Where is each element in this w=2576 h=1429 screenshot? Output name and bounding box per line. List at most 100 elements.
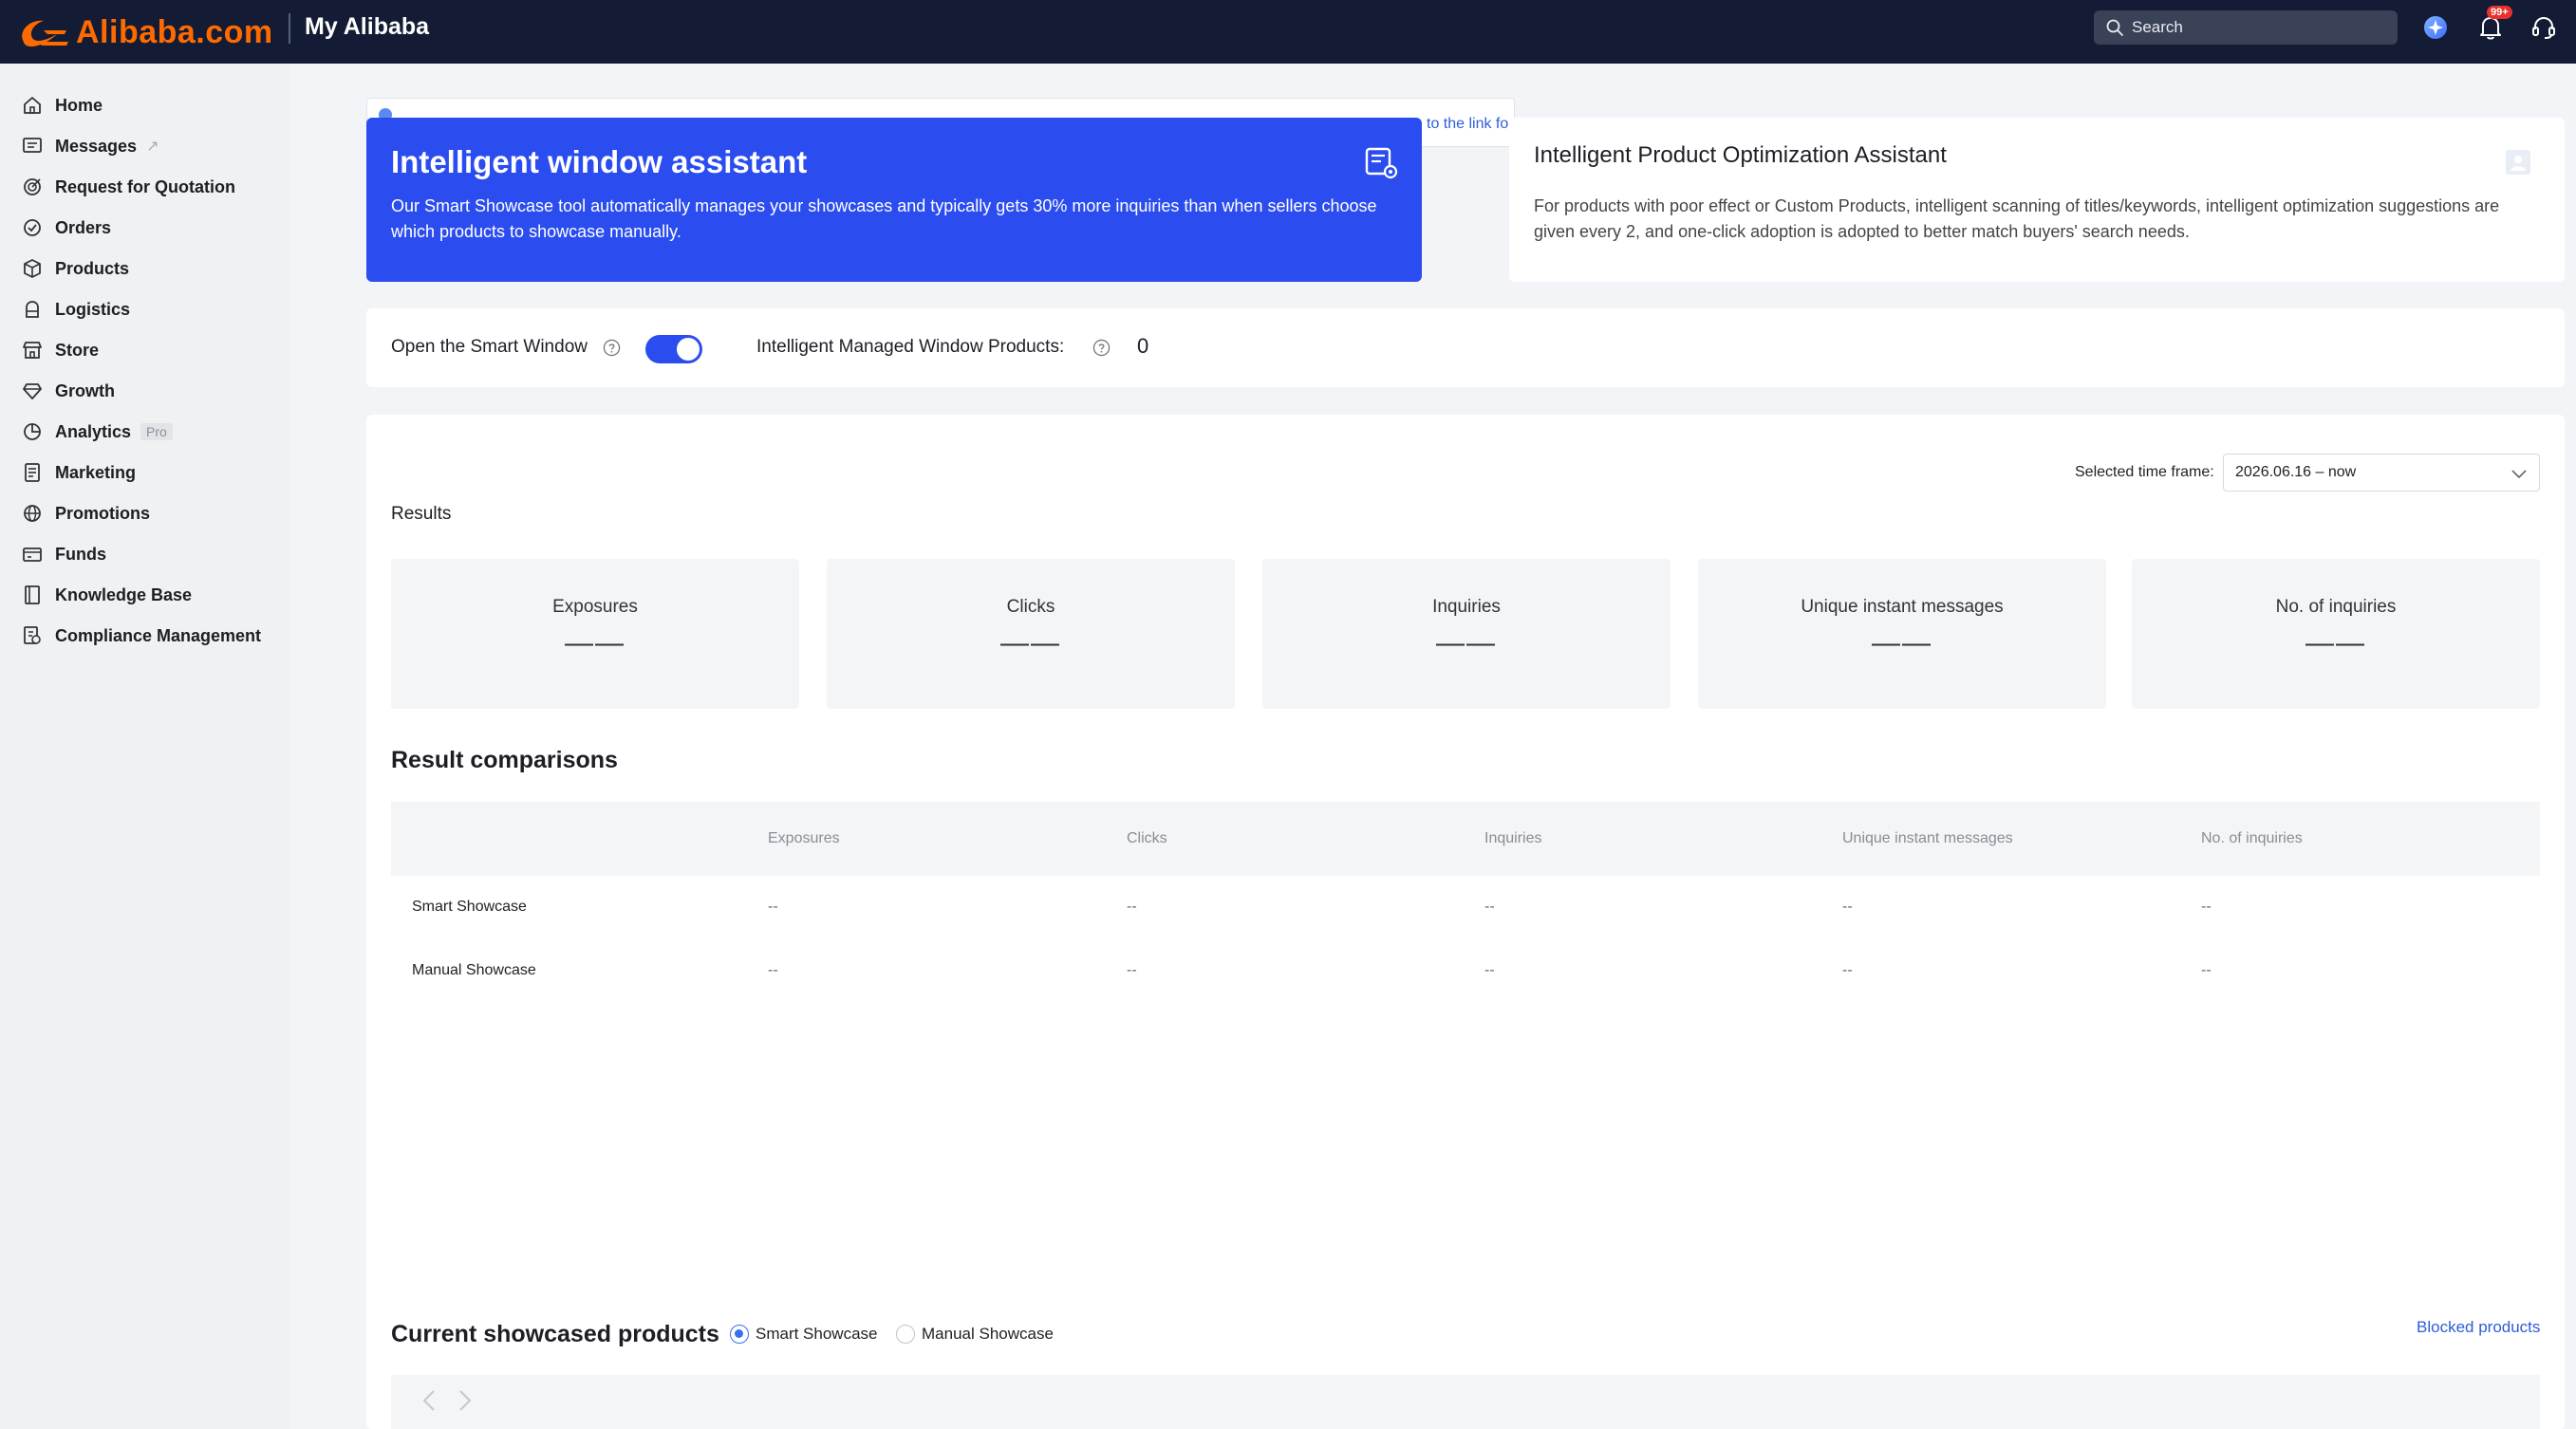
help-question-icon[interactable] — [1092, 339, 1111, 357]
metric-label: Inquiries — [1432, 597, 1501, 617]
chevron-right-icon[interactable] — [454, 1388, 475, 1413]
sidebar-item-label: Home — [55, 95, 103, 115]
header-divider — [289, 13, 290, 44]
chevron-left-icon[interactable] — [420, 1388, 440, 1413]
sidebar-item-label: Store — [55, 340, 100, 360]
table-cell: -- — [1484, 962, 1495, 978]
store-icon — [23, 342, 42, 359]
managed-products-count: 0 — [1137, 334, 1149, 358]
radio-label: Smart Showcase — [756, 1325, 878, 1343]
compliance-icon — [24, 626, 41, 644]
sidebar-item-knowledge-base[interactable]: Knowledge Base — [21, 576, 192, 614]
smart-window-toggle-label: Open the Smart Window — [391, 337, 588, 357]
ai-sparkle-icon — [2424, 16, 2447, 39]
metric-value: —— — [1000, 627, 1061, 659]
sidebar-item-rfq[interactable]: Request for Quotation — [21, 168, 235, 206]
sidebar-item-label: Promotions — [55, 503, 151, 523]
metric-value: —— — [1436, 627, 1497, 659]
sidebar-item-label: Analytics — [55, 421, 132, 441]
message-icon — [23, 138, 42, 153]
product-optimization-card: Intelligent Product Optimization Assista… — [1509, 118, 2565, 282]
smart-window-settings: Open the Smart Window Intelligent Manage… — [366, 308, 2565, 387]
ai-assistant-button[interactable] — [2420, 12, 2451, 43]
metric-label: Exposures — [552, 597, 638, 617]
sidebar-item-growth[interactable]: Growth — [21, 372, 115, 410]
metric-card-clicks: Clicks —— — [827, 559, 1235, 709]
time-frame-label: Selected time frame: — [2075, 464, 2214, 480]
sidebar-item-orders[interactable]: Orders — [21, 209, 111, 247]
sidebar-item-messages[interactable]: Messages ↗ — [21, 127, 159, 165]
diamond-icon — [23, 383, 42, 399]
sidebar-item-label: Funds — [55, 544, 106, 564]
managed-products-label: Intelligent Managed Window Products: — [756, 337, 1065, 357]
sidebar-item-label: Logistics — [55, 299, 131, 319]
manual-showcase-radio[interactable]: Manual Showcase — [896, 1325, 1054, 1344]
radio-selected-icon — [730, 1325, 749, 1344]
help-question-icon[interactable] — [603, 339, 621, 357]
document-settings-icon — [1365, 147, 1398, 179]
logistics-icon — [26, 301, 39, 318]
sidebar-item-promotions[interactable]: Promotions — [21, 494, 150, 532]
toggle-knob — [677, 338, 700, 361]
sidebar-item-label: Products — [55, 258, 130, 278]
blocked-products-link[interactable]: Blocked products — [2417, 1318, 2540, 1337]
search-box[interactable] — [2094, 10, 2398, 45]
column-header: Inquiries — [1484, 830, 1542, 846]
logo-text: Alibaba.com — [76, 13, 273, 50]
metric-card-no-of-inquiries: No. of inquiries —— — [2132, 559, 2540, 709]
document-user-icon — [2506, 150, 2530, 175]
optimization-title: Intelligent Product Optimization Assista… — [1534, 142, 1947, 168]
assistant-title: Intelligent window assistant — [391, 144, 808, 179]
alibaba-logo[interactable]: Alibaba.com — [15, 9, 273, 55]
smart-window-toggle[interactable] — [645, 335, 702, 363]
search-input[interactable] — [2132, 18, 2379, 37]
sidebar-item-home[interactable]: Home — [21, 86, 103, 124]
column-header: Exposures — [768, 830, 840, 846]
sidebar-item-label: Orders — [55, 217, 112, 237]
results-panel: Selected time frame: 2026.06.16 – now Re… — [366, 415, 2565, 1429]
sidebar-item-label: Compliance Management — [55, 625, 262, 645]
assistant-description: Our Smart Showcase tool automatically ma… — [391, 196, 1377, 241]
chevron-down-icon — [2511, 470, 2527, 479]
table-cell: -- — [1484, 899, 1495, 915]
table-cell: -- — [1127, 962, 1137, 978]
showcased-products-title: Current showcased products — [391, 1321, 719, 1347]
customer-service-button[interactable] — [2529, 12, 2559, 43]
metric-value: —— — [565, 627, 625, 659]
table-cell: -- — [1842, 962, 1853, 978]
chart-icon — [24, 423, 41, 440]
book-icon — [25, 585, 40, 604]
table-cell: -- — [2201, 899, 2212, 915]
search-icon — [2106, 19, 2123, 36]
funds-icon — [23, 547, 42, 562]
notice-link[interactable]: to the link fo — [1427, 116, 1512, 133]
portal-title[interactable]: My Alibaba — [305, 11, 429, 42]
sidebar-item-label: Marketing — [55, 462, 137, 482]
sidebar-item-marketing[interactable]: Marketing — [21, 454, 136, 492]
external-link-icon: ↗ — [146, 139, 159, 155]
sidebar-item-compliance[interactable]: Compliance Management — [21, 617, 261, 655]
smart-showcase-radio[interactable]: Smart Showcase — [730, 1325, 878, 1344]
metric-value: —— — [2305, 627, 2366, 659]
notification-badge: 99+ — [2487, 6, 2512, 19]
table-cell: -- — [2201, 962, 2212, 978]
sidebar-item-label: Messages — [55, 136, 138, 156]
headset-icon — [2532, 16, 2555, 39]
time-frame-select[interactable]: 2026.06.16 – now — [2223, 454, 2540, 492]
sidebar-item-products[interactable]: Products — [21, 250, 129, 288]
metric-value: —— — [1872, 627, 1932, 659]
column-header: Clicks — [1127, 830, 1167, 846]
sidebar-item-analytics[interactable]: Analytics Pro — [21, 413, 173, 451]
top-bar: Alibaba.com My Alibaba 99+ — [0, 0, 2576, 64]
comparison-table-header: Exposures Clicks Inquiries Unique instan… — [391, 802, 2540, 876]
metric-card-exposures: Exposures —— — [391, 559, 799, 709]
sidebar-item-label: Knowledge Base — [55, 585, 193, 604]
metric-label: No. of inquiries — [2275, 597, 2397, 617]
table-cell: -- — [1127, 899, 1137, 915]
pro-badge: Pro — [140, 423, 173, 440]
comparisons-title: Result comparisons — [391, 747, 618, 773]
sidebar-item-funds[interactable]: Funds — [21, 535, 106, 573]
metric-label: Unique instant messages — [1801, 597, 2004, 617]
sidebar-item-logistics[interactable]: Logistics — [21, 290, 130, 328]
sidebar-item-store[interactable]: Store — [21, 331, 99, 369]
